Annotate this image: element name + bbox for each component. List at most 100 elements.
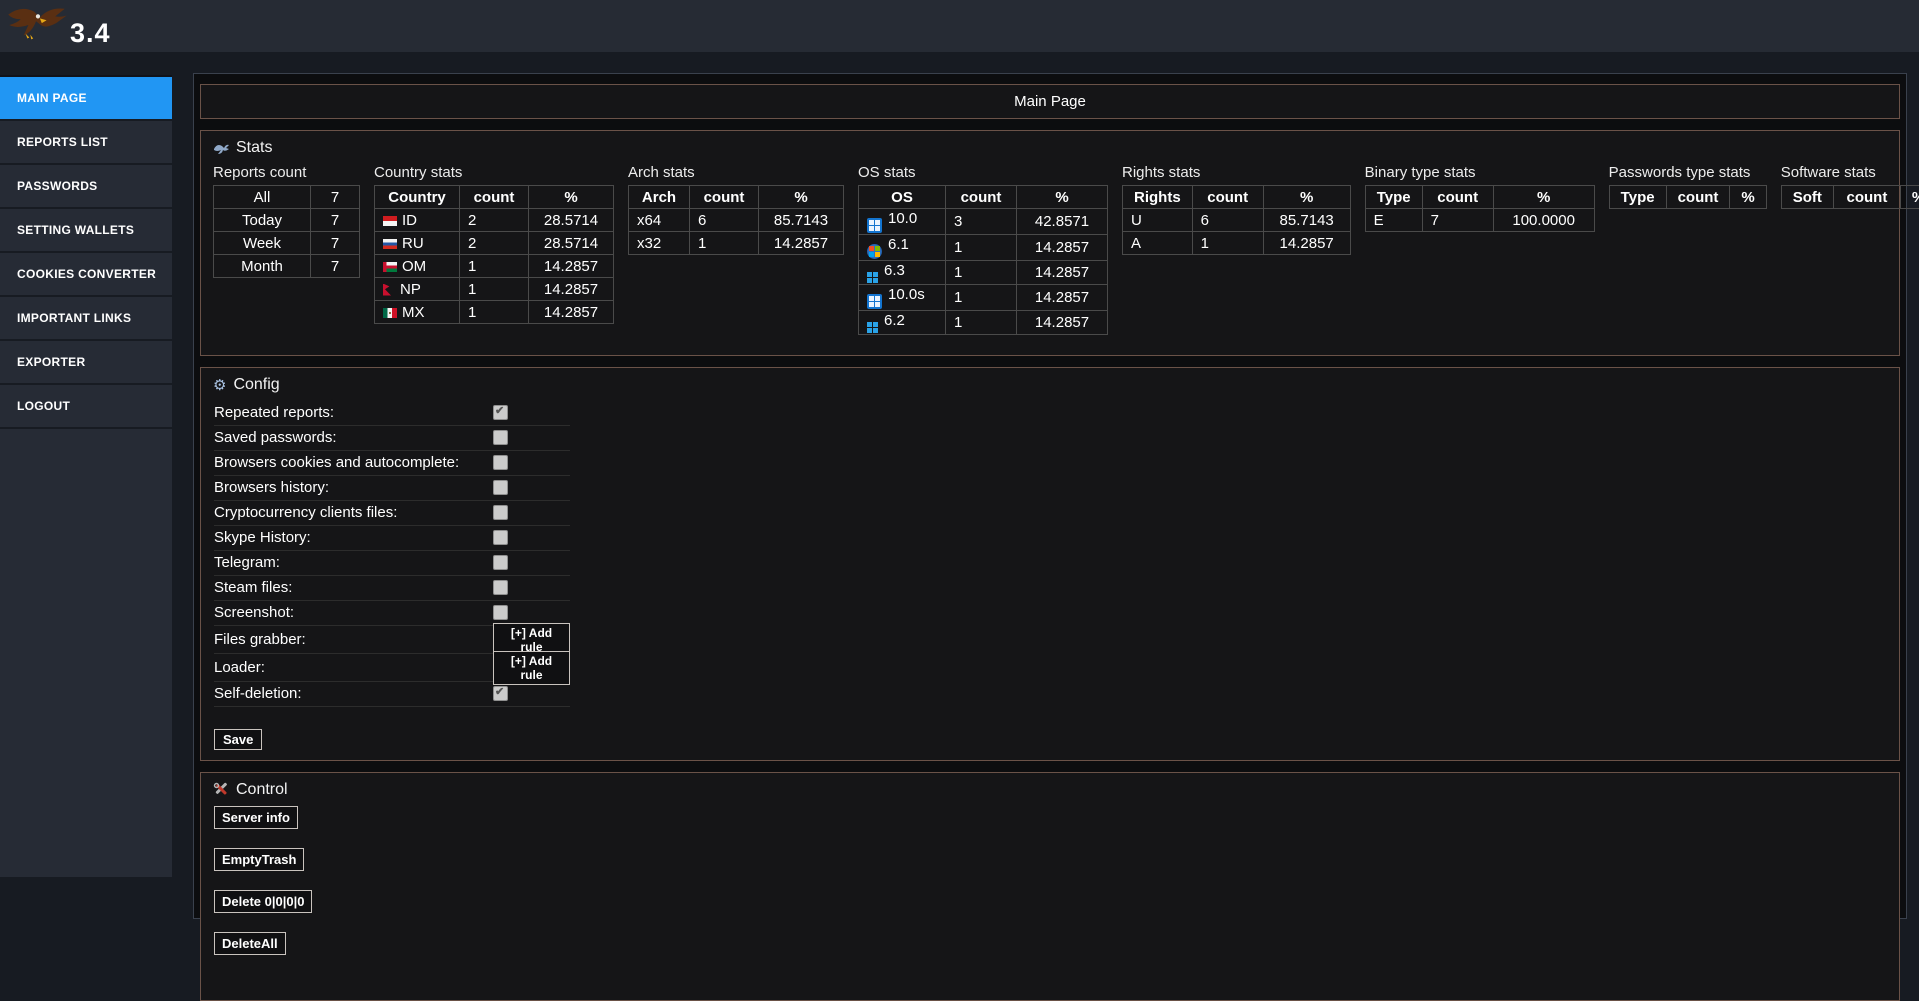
table-cell: 7 <box>1422 209 1493 232</box>
config-rows: Repeated reports:Saved passwords:Browser… <box>214 401 570 707</box>
table-row: x64685.7143 <box>629 209 844 232</box>
config-row-control <box>493 430 508 445</box>
sidebar-item-cookies-converter[interactable]: COOKIES CONVERTER <box>0 253 172 297</box>
table-cell: 14.2857 <box>1017 261 1108 285</box>
checkbox-browsers-history[interactable] <box>493 480 508 495</box>
table-cell: 14.2857 <box>1017 311 1108 335</box>
config-section-title: ⚙ Config <box>213 376 1889 394</box>
column-header: count <box>1422 186 1493 209</box>
table-row: 6.3 114.2857 <box>859 261 1108 285</box>
windows-win10-icon <box>867 218 882 233</box>
sidebar-item-passwords[interactable]: PASSWORDS <box>0 165 172 209</box>
stat-table-title: Passwords type stats <box>1609 164 1767 181</box>
sidebar-item-main-page[interactable]: MAIN PAGE <box>0 77 172 121</box>
table-cell: 6.1 <box>859 235 946 261</box>
config-row-repeated-reports: Repeated reports: <box>214 401 570 426</box>
sidebar-item-label: EXPORTER <box>17 355 85 369</box>
sidebar-item-setting-wallets[interactable]: SETTING WALLETS <box>0 209 172 253</box>
sidebar-item-exporter[interactable]: EXPORTER <box>0 341 172 385</box>
sidebar-item-label: MAIN PAGE <box>17 91 87 105</box>
table-cell: 6.3 <box>859 261 946 285</box>
column-header: Country <box>375 186 460 209</box>
stats-title-text: Stats <box>236 139 272 157</box>
main-content: Main Page Stats Reports countAll7Today7W… <box>193 73 1907 919</box>
sidebar-item-important-links[interactable]: IMPORTANT LINKS <box>0 297 172 341</box>
table-cell: 1 <box>946 311 1017 335</box>
config-row-telegram: Telegram: <box>214 551 570 576</box>
column-header: OS <box>859 186 946 209</box>
stat-table-title: Binary type stats <box>1365 164 1595 181</box>
server-info-button[interactable]: Server info <box>214 806 298 829</box>
config-row-browsers-cookies-and-autocomplete: Browsers cookies and autocomplete: <box>214 451 570 476</box>
topbar: 3.4 <box>0 0 1919 52</box>
stat-block-arch-stats: Arch statsArchcount%x64685.7143x32114.28… <box>628 164 844 255</box>
stat-block-passwords-type-stats: Passwords type stats Typecount% <box>1609 164 1767 209</box>
cell-text: 6.2 <box>884 312 905 329</box>
table-row: Week7 <box>214 232 360 255</box>
table-row: 10.0342.8571 <box>859 209 1108 235</box>
stat-table-country-stats: Countrycount%ID228.5714RU228.5714OM114.2… <box>374 185 614 324</box>
checkbox-cryptocurrency-clients-files[interactable] <box>493 505 508 520</box>
checkbox-self-deletion[interactable] <box>493 686 508 701</box>
column-header: % <box>1730 186 1766 209</box>
checkbox-skype-history[interactable] <box>493 530 508 545</box>
table-cell: 1 <box>946 261 1017 285</box>
cell-text: 6.3 <box>884 262 905 279</box>
checkbox-steam-files[interactable] <box>493 580 508 595</box>
windows-win8-icon <box>867 272 878 283</box>
windows-win7-icon <box>867 244 882 259</box>
checkbox-saved-passwords[interactable] <box>493 430 508 445</box>
stat-table-header-row: Countrycount% <box>375 186 614 209</box>
config-panel: ⚙ Config Repeated reports:Saved password… <box>200 367 1900 761</box>
stat-table-title: Software stats <box>1781 164 1919 181</box>
checkbox-screenshot[interactable] <box>493 605 508 620</box>
table-row: U685.7143 <box>1123 209 1351 232</box>
sidebar-menu: MAIN PAGE REPORTS LISTPASSWORDSSETTING WA… <box>0 77 172 429</box>
column-header: count <box>946 186 1017 209</box>
version-text: 3.4 <box>70 18 111 49</box>
table-cell: Today <box>214 209 311 232</box>
stat-table-title: OS stats <box>858 164 1108 181</box>
table-cell: U <box>1123 209 1193 232</box>
table-row: 6.2 114.2857 <box>859 311 1108 335</box>
table-cell: 10.0s <box>859 285 946 311</box>
checkbox-browsers-cookies-and-autocomplete[interactable] <box>493 455 508 470</box>
flag-ru-icon <box>383 239 397 249</box>
config-row-self-deletion: Self-deletion: <box>214 682 570 707</box>
column-header: Arch <box>629 186 690 209</box>
stat-table-header-row: Typecount% <box>1609 186 1766 209</box>
table-cell: 6.2 <box>859 311 946 335</box>
config-row-label: Steam files: <box>214 579 292 596</box>
sidebar-item-reports-list[interactable]: REPORTS LIST <box>0 121 172 165</box>
table-row: Today7 <box>214 209 360 232</box>
sidebar-item-logout[interactable]: LOGOUT <box>0 385 172 429</box>
column-header: Soft <box>1781 186 1833 209</box>
add-rule-button-loader[interactable]: [+] Add rule <box>493 651 570 685</box>
config-row-label: Telegram: <box>214 554 280 571</box>
table-cell: 100.0000 <box>1493 209 1594 232</box>
stat-block-os-stats: OS statsOScount%10.0342.85716.1114.28576… <box>858 164 1108 335</box>
table-cell: 2 <box>460 232 529 255</box>
config-row-control <box>493 686 508 701</box>
stat-table-software-stats: Softcount% <box>1781 185 1919 209</box>
table-cell: MX <box>375 301 460 324</box>
control-buttons: Server info EmptyTrash Delete 0|0|0|0 Delet… <box>211 806 1889 955</box>
delete-0-0-0-0-button[interactable]: Delete 0|0|0|0 <box>214 890 312 913</box>
table-row: Month7 <box>214 255 360 278</box>
deleteall-button[interactable]: DeleteAll <box>214 932 286 955</box>
column-header: % <box>529 186 614 209</box>
column-header: % <box>759 186 844 209</box>
emptytrash-button[interactable]: EmptyTrash <box>214 848 304 871</box>
checkbox-repeated-reports[interactable] <box>493 405 508 420</box>
stat-table-arch-stats: Archcount%x64685.7143x32114.2857 <box>628 185 844 255</box>
checkbox-telegram[interactable] <box>493 555 508 570</box>
app-logo: 3.4 <box>6 3 111 49</box>
config-row-label: Cryptocurrency clients files: <box>214 504 397 521</box>
save-button[interactable]: Save <box>214 729 262 750</box>
table-row: A114.2857 <box>1123 232 1351 255</box>
flag-om-icon <box>383 262 397 272</box>
sidebar-item-label: IMPORTANT LINKS <box>17 311 131 325</box>
cell-text: 10.0 <box>888 210 917 227</box>
table-cell: 14.2857 <box>1017 285 1108 311</box>
table-cell: A <box>1123 232 1193 255</box>
